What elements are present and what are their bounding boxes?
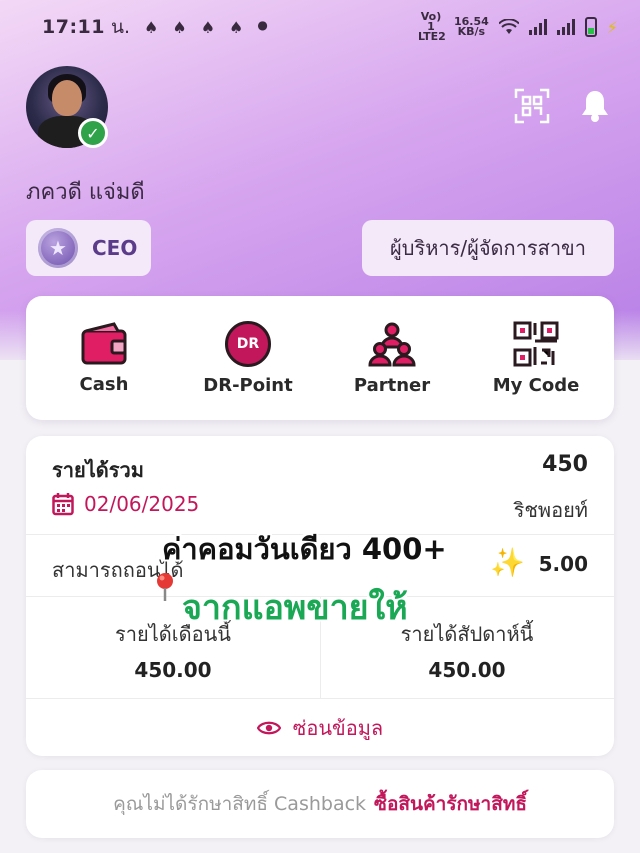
charging-icon: ⚡	[606, 17, 618, 37]
income-title: รายได้รวม	[52, 458, 144, 482]
more-dot-icon: ●	[257, 17, 268, 32]
monthly-income-value: 450.00	[134, 658, 212, 682]
calendar-icon	[52, 493, 74, 516]
cashback-message: คุณไม่ได้รักษาสิทธิ์ Cashback	[113, 793, 367, 815]
menu-dr-point[interactable]: DR DR-Point	[178, 320, 318, 396]
speed-unit: KB/s	[457, 25, 486, 38]
rank-label: CEO	[92, 236, 138, 260]
income-date-value: 02/06/2025	[84, 492, 200, 516]
qr-code-icon	[513, 321, 559, 366]
wifi-icon	[498, 19, 519, 34]
person-add-icon: ♠	[200, 17, 216, 37]
status-time: 17:11	[42, 16, 105, 38]
star-medal-icon: ★	[38, 228, 78, 268]
network-type: Vo) 1 LTE2	[417, 10, 446, 43]
income-total: 450	[542, 452, 588, 477]
eye-icon	[256, 721, 281, 735]
pin-icon	[157, 573, 173, 601]
partner-icon	[368, 322, 416, 366]
promo-caption-line1: ค่าคอมวันเดียว 400+	[162, 532, 447, 566]
scan-qr-icon[interactable]	[514, 88, 550, 124]
hide-info-label: ซ่อนข้อมูล	[292, 716, 384, 740]
dr-point-icon: DR	[225, 320, 271, 367]
menu-partner-label: Partner	[353, 374, 431, 396]
cashback-cta-link[interactable]: ซื้อสินค้ารักษาสิทธิ์	[374, 789, 527, 819]
divider	[26, 698, 614, 699]
avatar-face	[52, 80, 82, 116]
role-badge[interactable]: ผู้บริหาร/ผู้จัดการสาขา	[362, 220, 614, 276]
menu-cash-label: Cash	[79, 373, 129, 395]
notification-bell-icon[interactable]	[580, 89, 610, 123]
signal-2-icon	[556, 19, 575, 35]
battery-icon	[584, 17, 597, 37]
person-add-icon: ♠	[172, 17, 187, 37]
notification-icons: ♠ ♠ ♠ ♠ ●	[144, 18, 268, 37]
menu-partner[interactable]: Partner	[322, 321, 462, 396]
sparkle-icon: ✨	[490, 546, 525, 579]
wallet-icon	[81, 321, 127, 364]
rank-badge[interactable]: ★ CEO	[26, 220, 151, 276]
hide-info-button[interactable]: ซ่อนข้อมูล	[26, 712, 614, 744]
person-add-icon: ♠	[229, 17, 244, 37]
income-unit: ริชพอยท์	[513, 498, 588, 522]
menu-my-code[interactable]: My Code	[466, 321, 606, 396]
weekly-income-value: 450.00	[428, 658, 506, 682]
menu-my-code-label: My Code	[492, 374, 580, 396]
person-add-icon: ♠	[144, 17, 159, 37]
menu-dr-point-label: DR-Point	[203, 374, 293, 396]
withdrawable-value: 5.00	[538, 552, 588, 576]
cashback-banner[interactable]: คุณไม่ได้รักษาสิทธิ์ Cashback ซื้อสินค้า…	[26, 770, 614, 838]
status-period: น.	[110, 16, 131, 38]
status-bar: 17:11 น. ♠ ♠ ♠ ♠ ● Vo) 1 LTE2 16.54 KB/s…	[0, 0, 640, 54]
menu-cash[interactable]: Cash	[34, 321, 174, 395]
network-speed: 16.54 KB/s	[454, 16, 489, 38]
quick-menu: Cash DR DR-Point Partner My Code	[26, 296, 614, 420]
profile-name: ภควดี แจ่มดี	[26, 180, 145, 205]
header-actions	[514, 88, 610, 124]
signal-1-icon	[528, 19, 547, 35]
promo-caption-line2: จากแอพขายให้	[182, 588, 408, 628]
verified-check-icon: ✓	[78, 118, 108, 148]
income-date[interactable]: 02/06/2025	[52, 492, 199, 516]
